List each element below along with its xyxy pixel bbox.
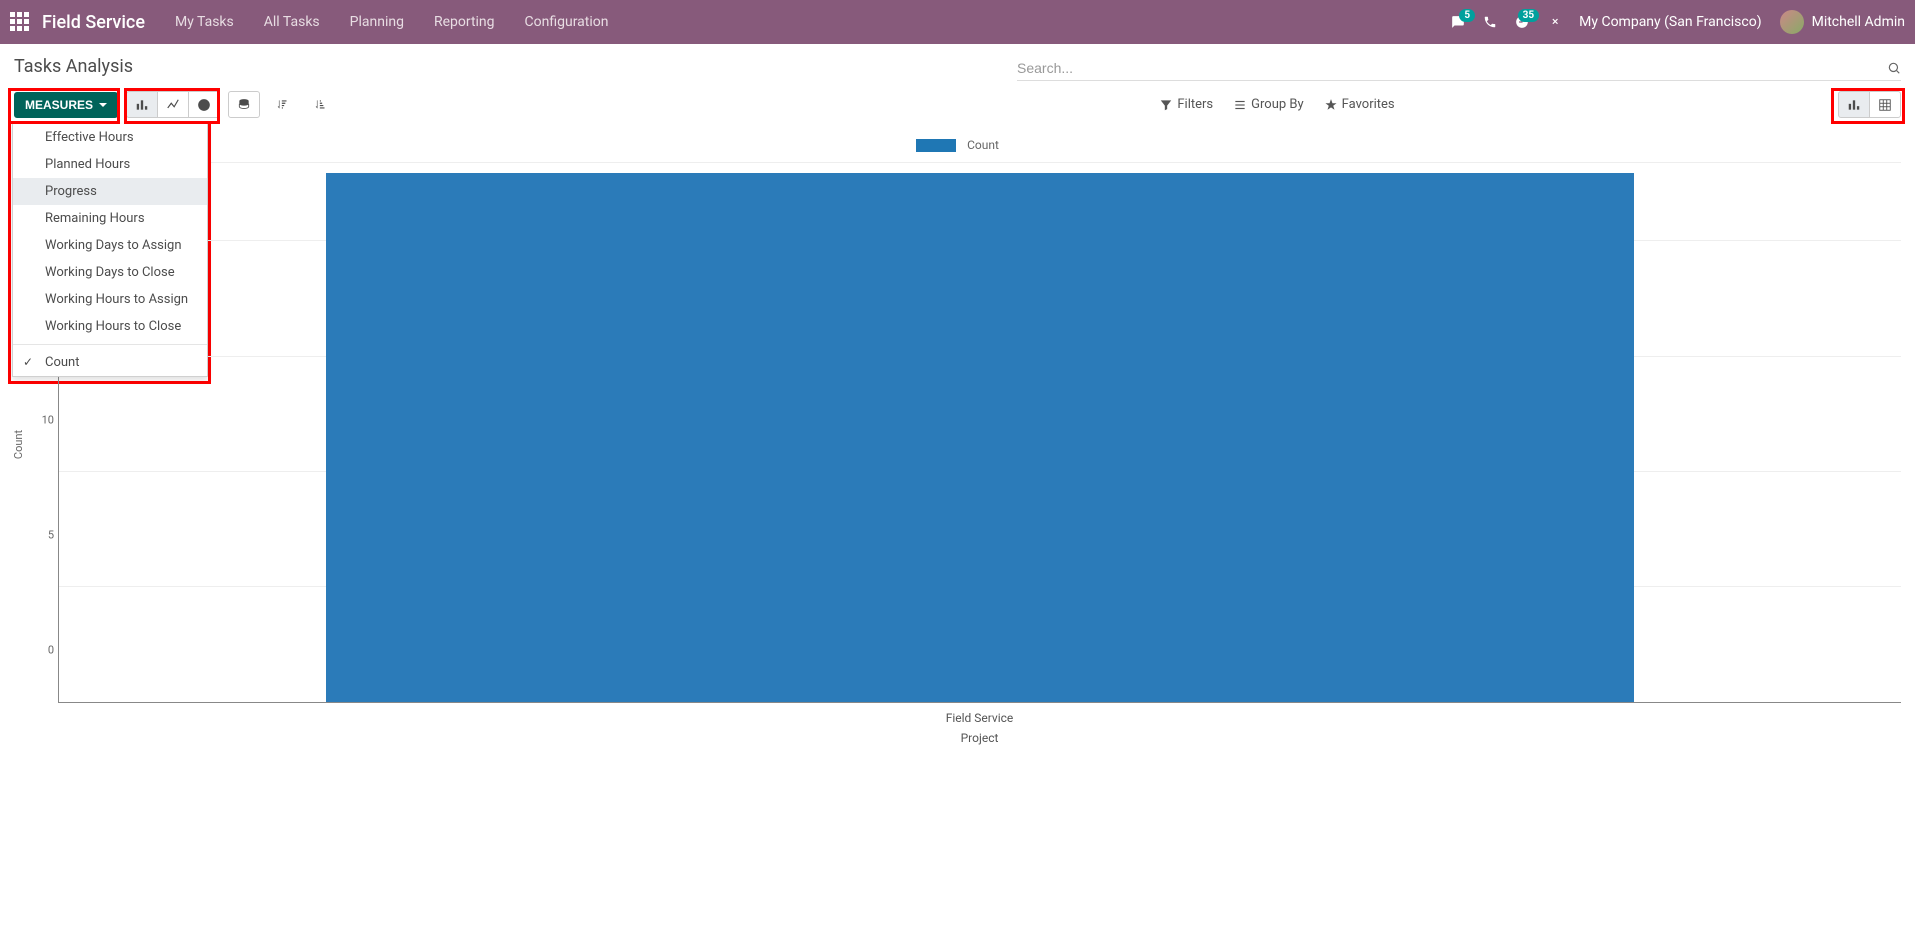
search-input[interactable]	[1017, 56, 1887, 80]
chart-grid	[58, 173, 1901, 703]
measure-effective-hours[interactable]: Effective Hours	[13, 124, 207, 151]
dropdown-divider	[13, 344, 207, 345]
page-header: Tasks Analysis	[0, 44, 1915, 91]
activity-badge: 35	[1518, 9, 1539, 22]
filters-label: Filters	[1177, 97, 1213, 112]
caret-down-icon	[99, 103, 107, 107]
star-icon	[1324, 98, 1338, 112]
measure-wh-close[interactable]: Working Hours to Close	[13, 313, 207, 340]
legend-label: Count	[967, 138, 999, 152]
nav-reporting[interactable]: Reporting	[434, 14, 495, 30]
x-axis-label: Project	[58, 731, 1901, 745]
messages-icon[interactable]: 5	[1451, 15, 1465, 30]
y-axis-label: Count	[12, 430, 25, 459]
graph-type-group	[126, 91, 220, 118]
groupby-label: Group By	[1251, 97, 1304, 112]
x-category-field-service: Field Service	[58, 711, 1901, 725]
filter-icon	[1159, 98, 1173, 112]
measure-wd-assign[interactable]: Working Days to Assign	[13, 232, 207, 259]
measures-dropdown: Effective Hours Planned Hours Progress R…	[12, 124, 208, 377]
control-panel: MEASURES Filters	[0, 91, 1915, 132]
nav-all-tasks[interactable]: All Tasks	[264, 14, 320, 30]
nav-right: 5 35 My Company (San Francisco) Mitchell…	[1451, 10, 1905, 34]
groupby-button[interactable]: Group By	[1233, 97, 1304, 112]
ytick-10: 10	[42, 413, 54, 426]
favorites-button[interactable]: Favorites	[1324, 97, 1395, 112]
measure-planned-hours[interactable]: Planned Hours	[13, 151, 207, 178]
search-box	[1017, 56, 1901, 81]
graph-view-button[interactable]	[1838, 91, 1870, 118]
user-menu[interactable]: Mitchell Admin	[1780, 10, 1905, 34]
messages-badge: 5	[1459, 9, 1475, 22]
legend-swatch	[916, 139, 956, 152]
measures-button[interactable]: MEASURES	[14, 92, 118, 118]
apps-icon[interactable]	[10, 12, 30, 32]
measure-progress[interactable]: Progress	[13, 178, 207, 205]
company-switcher[interactable]: My Company (San Francisco)	[1579, 14, 1761, 30]
measure-wd-close[interactable]: Working Days to Close	[13, 259, 207, 286]
chart-plot: Count 0 5 10 15 20 Field Service Project	[14, 173, 1901, 743]
user-name: Mitchell Admin	[1812, 14, 1905, 30]
measure-remaining-hours[interactable]: Remaining Hours	[13, 205, 207, 232]
nav-my-tasks[interactable]: My Tasks	[175, 14, 234, 30]
list-icon	[1233, 98, 1247, 112]
chart-legend: Count	[14, 132, 1901, 163]
bar-chart-button[interactable]	[126, 91, 158, 118]
pivot-view-button[interactable]	[1869, 91, 1901, 118]
ytick-5: 5	[48, 529, 54, 542]
avatar	[1780, 10, 1804, 34]
activity-icon[interactable]: 35	[1515, 15, 1529, 30]
nav-planning[interactable]: Planning	[350, 14, 404, 30]
stacked-button[interactable]	[228, 91, 260, 118]
phone-icon[interactable]	[1483, 15, 1497, 30]
debug-icon[interactable]	[1547, 15, 1561, 30]
line-chart-button[interactable]	[157, 91, 189, 118]
bar-field-service[interactable]	[326, 173, 1634, 702]
filters-button[interactable]: Filters	[1159, 97, 1213, 112]
navbar: Field Service My Tasks All Tasks Plannin…	[0, 0, 1915, 44]
sort-desc-button[interactable]	[268, 92, 298, 117]
favorites-label: Favorites	[1342, 97, 1395, 112]
ytick-0: 0	[48, 644, 54, 657]
measure-wh-assign[interactable]: Working Hours to Assign	[13, 286, 207, 313]
page-title: Tasks Analysis	[14, 56, 133, 77]
sort-asc-button[interactable]	[306, 92, 336, 117]
search-icon[interactable]	[1887, 61, 1901, 76]
view-switch-group	[1838, 91, 1901, 118]
app-brand[interactable]: Field Service	[42, 12, 145, 33]
measures-label: MEASURES	[25, 98, 93, 112]
pie-chart-button[interactable]	[188, 91, 220, 118]
chart-area: Count Count 0 5 10 15 20 Field Service P…	[0, 132, 1915, 753]
measure-count[interactable]: Count	[13, 349, 207, 376]
nav-menu: My Tasks All Tasks Planning Reporting Co…	[175, 14, 609, 30]
nav-configuration[interactable]: Configuration	[525, 14, 609, 30]
